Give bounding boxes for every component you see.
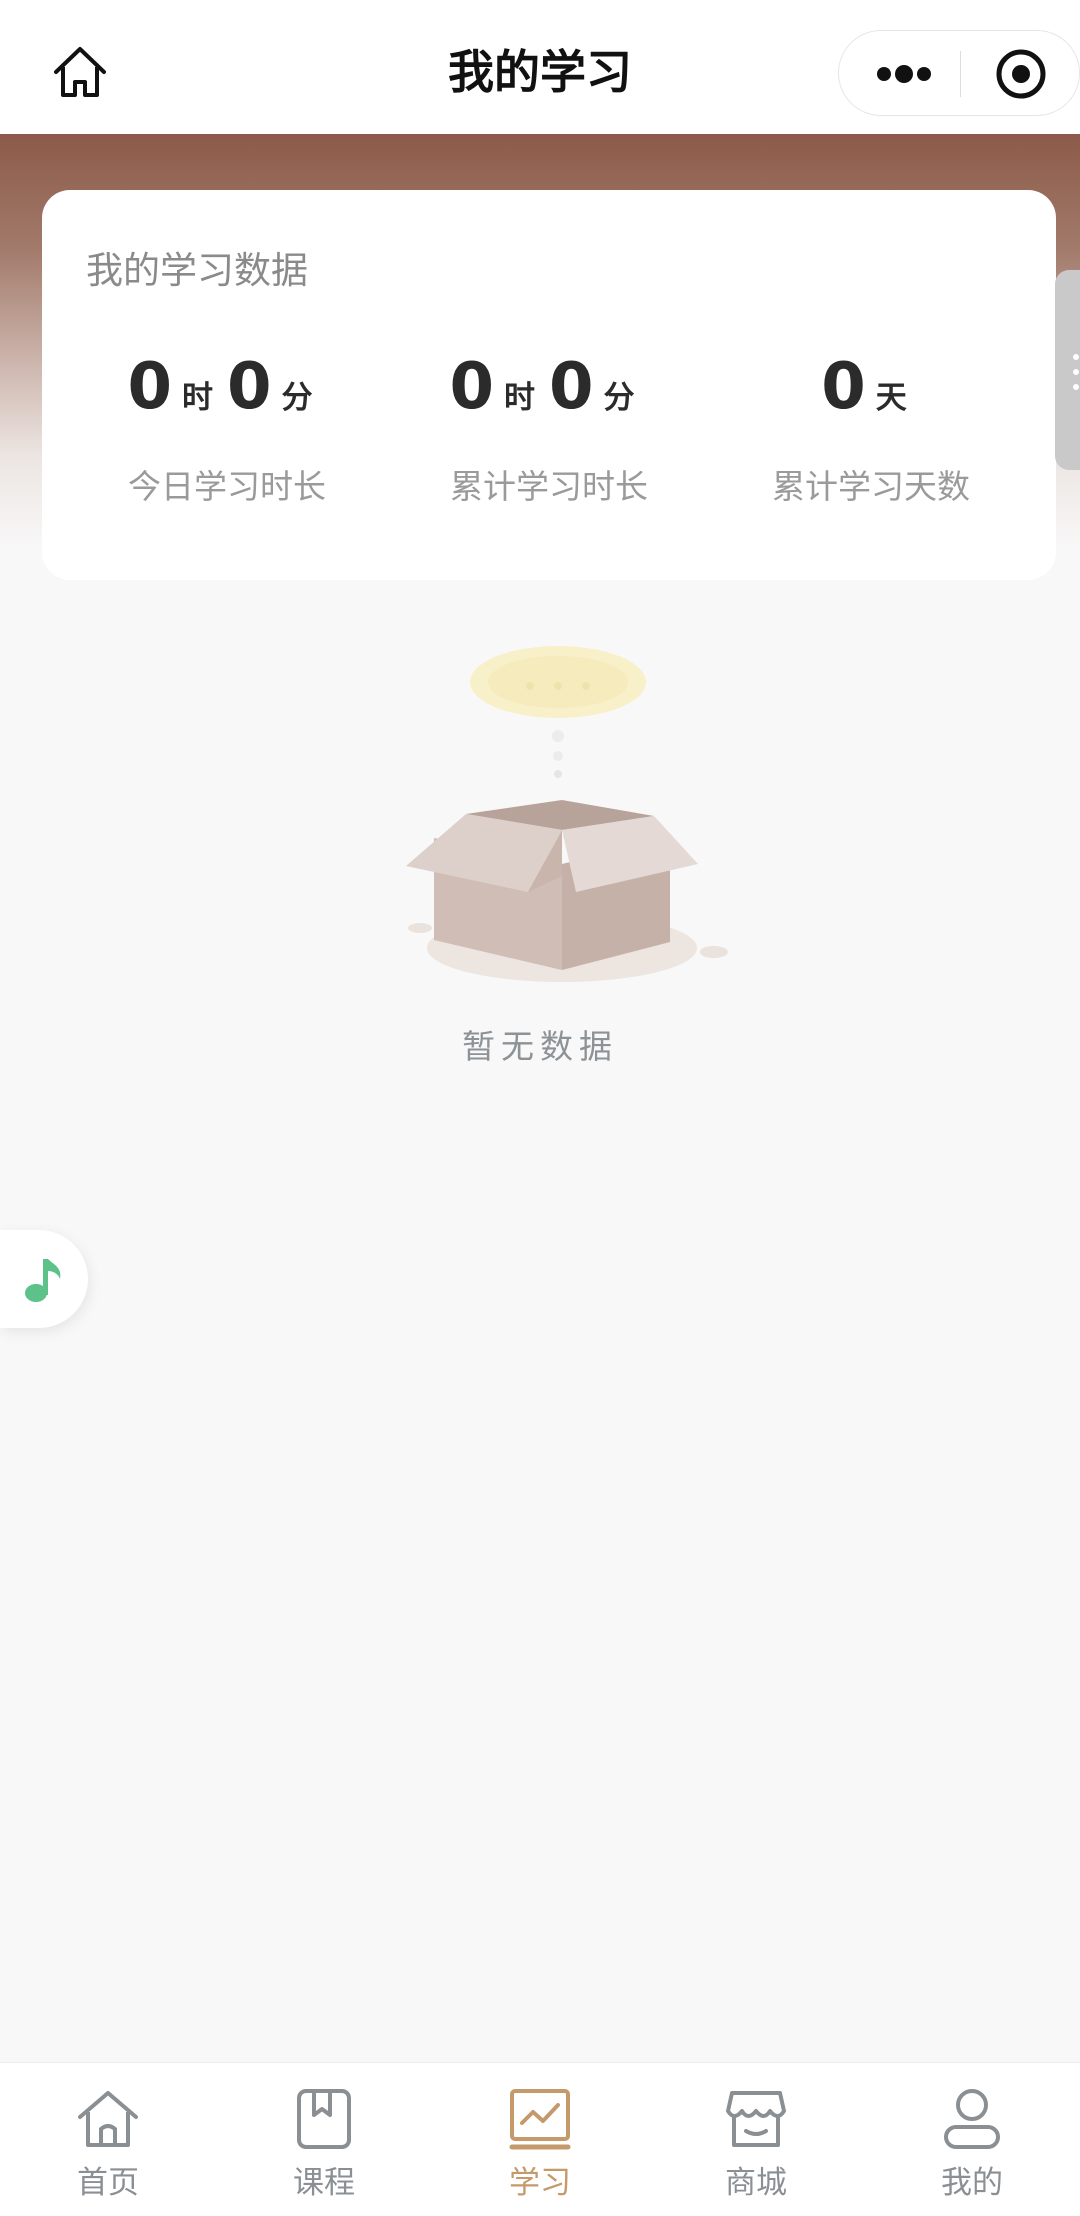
empty-box-icon xyxy=(406,646,728,982)
tab-label: 首页 xyxy=(77,2165,139,2201)
tab-study[interactable]: 学习 xyxy=(432,2063,648,2216)
stat-value: 0 时 0 分 xyxy=(384,350,714,440)
learning-stats-card: 我的学习数据 0 时 0 分 今日学习时长 0 时 0 分 累计学习时长 0 天… xyxy=(42,190,1056,580)
music-note-icon xyxy=(25,1259,61,1302)
stat-label: 今日学习时长 xyxy=(128,467,326,506)
stat-minute-unit: 分 xyxy=(603,380,635,416)
tab-label: 学习 xyxy=(509,2165,571,2201)
side-drawer-handle[interactable] xyxy=(1055,270,1080,470)
stat-hour-unit: 时 xyxy=(504,380,535,416)
nav-header: 我的学习 xyxy=(0,0,1080,134)
tab-label: 课程 xyxy=(293,2165,355,2201)
tab-home[interactable]: 首页 xyxy=(0,2063,216,2216)
stat-hours: 0 xyxy=(449,350,494,424)
empty-state-text: 暂无数据 xyxy=(462,1027,618,1066)
stat-label: 累计学习天数 xyxy=(772,467,970,506)
store-icon xyxy=(726,2091,786,2147)
tab-label: 我的 xyxy=(941,2165,1003,2201)
stat-total-duration: 0 时 0 分 累计学习时长 xyxy=(384,350,714,508)
stat-minutes: 0 xyxy=(227,350,272,424)
stat-value: 0 天 xyxy=(706,350,1036,440)
more-button[interactable] xyxy=(859,31,949,117)
tab-store[interactable]: 商城 xyxy=(648,2063,864,2216)
music-button[interactable] xyxy=(0,1230,88,1328)
capsule-divider xyxy=(960,51,961,97)
stat-today-duration: 0 时 0 分 今日学习时长 xyxy=(62,350,392,508)
stat-label: 累计学习时长 xyxy=(450,467,648,506)
stat-minutes: 0 xyxy=(549,350,594,424)
home-icon xyxy=(78,2091,138,2147)
tab-mine[interactable]: 我的 xyxy=(864,2063,1080,2216)
tab-label: 商城 xyxy=(725,2165,787,2201)
stat-value: 0 时 0 分 xyxy=(62,350,392,440)
user-icon xyxy=(944,2089,1000,2149)
stats-card-title: 我的学习数据 xyxy=(86,249,308,292)
chart-icon xyxy=(509,2089,571,2150)
stat-days: 0 xyxy=(821,350,866,424)
bottom-tabbar: 首页 课程 学习 商城 我的 xyxy=(0,2062,1080,2216)
mini-program-capsule xyxy=(838,30,1080,116)
stat-day-unit: 天 xyxy=(875,380,907,416)
stat-hours: 0 xyxy=(127,350,172,424)
more-dots-icon xyxy=(877,65,931,83)
book-icon xyxy=(297,2089,351,2149)
tab-courses[interactable]: 课程 xyxy=(216,2063,432,2216)
target-close-icon xyxy=(996,49,1046,99)
handle-grip-icon xyxy=(1073,354,1079,390)
close-button[interactable] xyxy=(971,31,1071,117)
stat-hour-unit: 时 xyxy=(182,380,213,416)
stat-minute-unit: 分 xyxy=(281,380,313,416)
stat-total-days: 0 天 累计学习天数 xyxy=(706,350,1036,508)
